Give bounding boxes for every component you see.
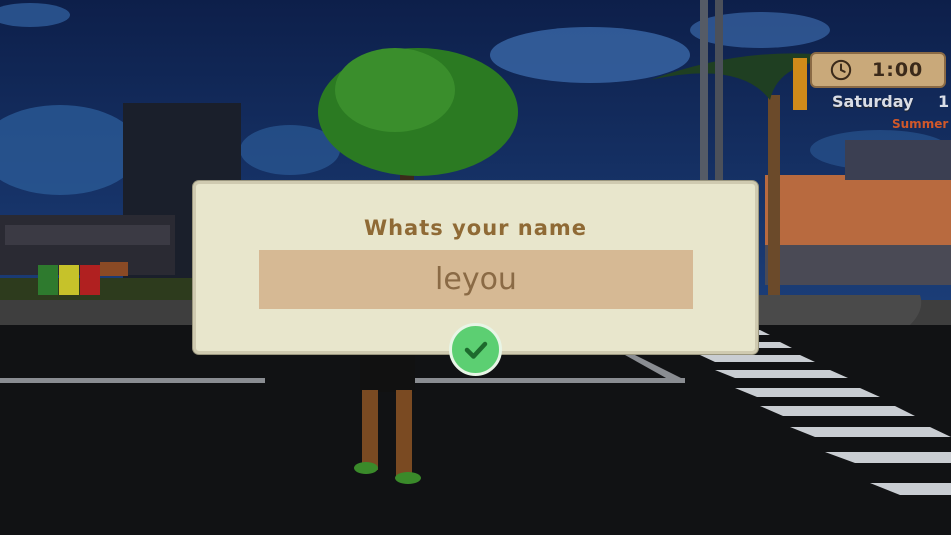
palm-trunk bbox=[768, 95, 780, 295]
name-input[interactable] bbox=[259, 250, 693, 309]
bench bbox=[100, 262, 128, 276]
cloud bbox=[690, 12, 830, 48]
lane-line bbox=[0, 378, 265, 383]
clock-icon bbox=[830, 59, 852, 81]
character-leg bbox=[362, 390, 378, 470]
bin-green bbox=[38, 265, 58, 295]
clock-panel: 1:00 bbox=[810, 52, 946, 88]
bin-red bbox=[80, 265, 100, 295]
cloud bbox=[490, 27, 690, 83]
season-label: Summer bbox=[892, 117, 949, 131]
right-building-roof bbox=[845, 140, 951, 180]
lane-line bbox=[415, 378, 685, 383]
confirm-button[interactable] bbox=[449, 323, 502, 376]
low-building-windows bbox=[5, 225, 170, 245]
day-number: 1 bbox=[938, 92, 950, 111]
curb-right bbox=[740, 295, 922, 325]
character-shorts bbox=[360, 352, 415, 392]
checkmark-icon bbox=[464, 341, 487, 359]
character-leg bbox=[396, 390, 412, 480]
character-foot bbox=[354, 462, 378, 474]
clock-time: 1:00 bbox=[872, 59, 924, 81]
character-foot bbox=[395, 472, 421, 484]
traffic-light bbox=[793, 58, 807, 110]
dialog-title: Whats your name bbox=[363, 216, 588, 240]
right-building-base bbox=[765, 245, 951, 285]
weekday-label: Saturday bbox=[832, 92, 914, 111]
bin-yellow bbox=[59, 265, 79, 295]
tree-canopy bbox=[335, 48, 455, 132]
